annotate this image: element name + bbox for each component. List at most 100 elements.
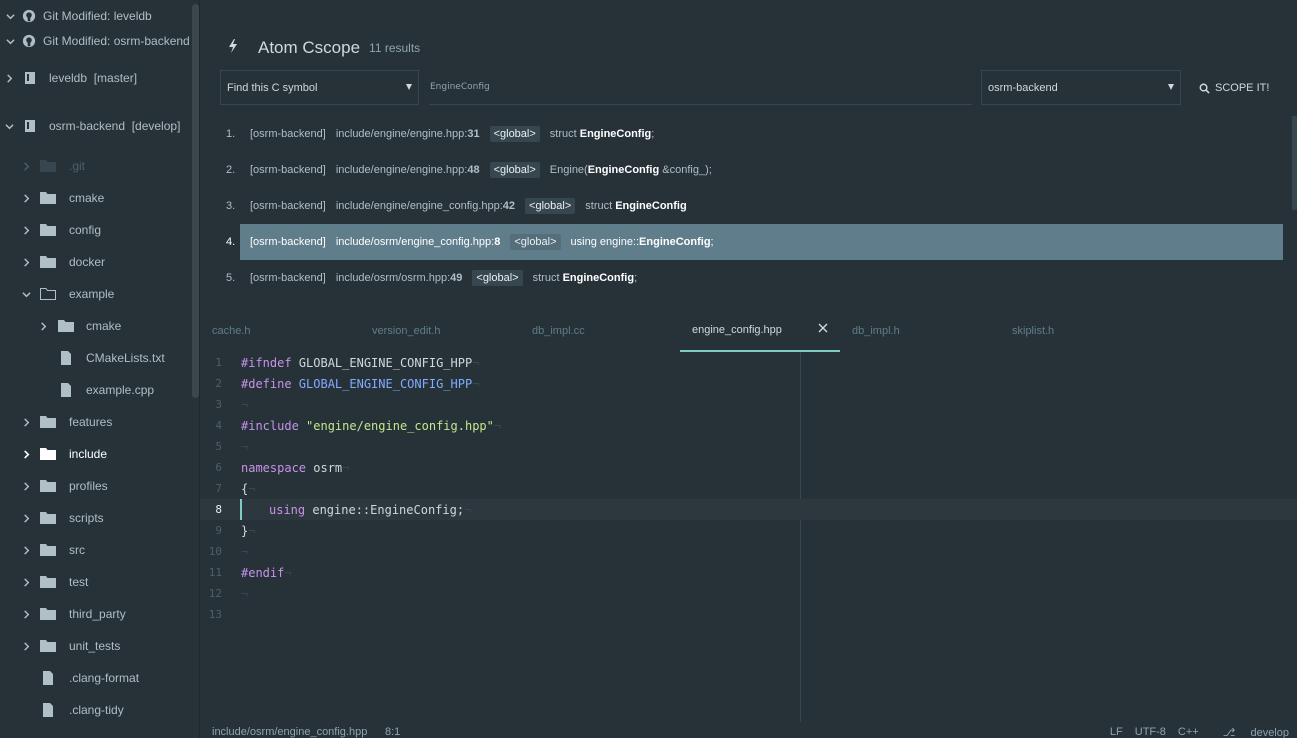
eol-marker: ¬ bbox=[472, 376, 480, 391]
tree-item-example-cpp[interactable]: example.cpp bbox=[0, 374, 192, 406]
folder-icon bbox=[40, 543, 56, 557]
line-number: 6 bbox=[215, 461, 222, 474]
tree-item-features[interactable]: features bbox=[0, 406, 192, 438]
chevron-right-icon bbox=[20, 576, 32, 588]
code-line: 5 ¬ bbox=[200, 436, 1297, 457]
chevron-right-icon bbox=[20, 448, 32, 460]
tree-item-label: example bbox=[69, 287, 115, 301]
code-line: 7 {¬ bbox=[200, 478, 1297, 499]
tab-skiplist-h[interactable]: skiplist.h bbox=[1000, 310, 1160, 352]
result-item[interactable]: 3. [osrm-backend] include/engine/engine_… bbox=[226, 188, 1283, 224]
result-project: [osrm-backend] bbox=[250, 164, 326, 176]
chevron-right-icon bbox=[20, 608, 32, 620]
tree-item-clang-format[interactable]: .clang-format bbox=[0, 662, 192, 694]
tree-item-profiles[interactable]: profiles bbox=[0, 470, 192, 502]
tree-item-docker[interactable]: docker bbox=[0, 246, 192, 278]
code-keyword: #define bbox=[241, 376, 292, 391]
line-number: 5 bbox=[215, 440, 222, 453]
code-keyword: #include bbox=[241, 418, 299, 433]
tree-item-example[interactable]: example bbox=[0, 278, 192, 310]
result-item[interactable]: 2. [osrm-backend] include/engine/engine.… bbox=[226, 152, 1283, 188]
mode-select-value: Find this C symbol bbox=[227, 81, 318, 94]
eol-marker: ¬ bbox=[284, 565, 292, 580]
code-line: 6 namespace osrm¬ bbox=[200, 457, 1297, 478]
result-code-post: &config_); bbox=[659, 164, 712, 176]
scope-it-button[interactable]: SCOPE IT! bbox=[1199, 78, 1269, 98]
status-grammar[interactable]: C++ bbox=[1178, 726, 1199, 738]
project-select[interactable]: osrm-backend bbox=[981, 70, 1181, 105]
status-cursor-position[interactable]: 8:1 bbox=[385, 726, 400, 738]
project-label: osrm-backend bbox=[49, 119, 126, 133]
result-item[interactable]: 5. [osrm-backend] include/osrm/osrm.hpp:… bbox=[226, 260, 1283, 296]
status-encoding[interactable]: UTF-8 bbox=[1135, 726, 1166, 738]
close-icon[interactable] bbox=[818, 323, 832, 337]
result-project: [osrm-backend] bbox=[250, 236, 326, 248]
chevron-right-icon bbox=[20, 256, 32, 268]
tree-item-config[interactable]: config bbox=[0, 214, 192, 246]
folder-icon bbox=[40, 415, 56, 429]
result-file: include/engine/engine.hpp: bbox=[335, 128, 468, 140]
result-code-post: ; bbox=[634, 272, 638, 284]
search-icon bbox=[1199, 83, 1210, 94]
tab-label: engine_config.hpp bbox=[692, 324, 782, 336]
folder-icon bbox=[40, 607, 56, 621]
text-editor[interactable]: 1 #ifndef GLOBAL_ENGINE_CONFIG_HPP¬ 2 #d… bbox=[200, 352, 1297, 722]
file-icon bbox=[42, 703, 58, 717]
sidebar-scrollbar[interactable] bbox=[192, 4, 199, 398]
status-line-ending[interactable]: LF bbox=[1110, 726, 1123, 738]
project-branch: [develop] bbox=[131, 119, 181, 133]
line-number: 2 bbox=[215, 377, 222, 390]
folder-icon bbox=[58, 319, 74, 333]
result-item[interactable]: 1. [osrm-backend] include/engine/engine.… bbox=[226, 116, 1283, 152]
tree-item-unit-tests[interactable]: unit_tests bbox=[0, 630, 192, 662]
tree-item-clang-tidy[interactable]: .clang-tidy bbox=[0, 694, 192, 726]
tree-item-git[interactable]: .git bbox=[0, 150, 192, 182]
results-scrollbar[interactable] bbox=[1292, 116, 1297, 210]
eol-marker: ¬ bbox=[472, 355, 480, 370]
tree-item-third-party[interactable]: third_party bbox=[0, 598, 192, 630]
result-item-selected[interactable]: 4. [osrm-backend] include/osrm/engine_co… bbox=[226, 224, 1283, 260]
code-keyword: using bbox=[269, 502, 306, 517]
result-scope: <global> bbox=[489, 126, 540, 142]
tree-item-cmake[interactable]: cmake bbox=[0, 182, 192, 214]
project-leveldb[interactable]: leveldb [master] bbox=[0, 62, 192, 94]
line-number: 10 bbox=[208, 545, 222, 558]
status-git-branch[interactable]: ⎇ develop bbox=[1211, 726, 1289, 738]
tree-item-label: example.cpp bbox=[86, 383, 155, 397]
tab-version-edit-h[interactable]: version_edit.h bbox=[360, 310, 520, 352]
result-symbol: EngineConfig bbox=[587, 164, 660, 176]
tab-cache-h[interactable]: cache.h bbox=[200, 310, 360, 352]
tab-db-impl-cc[interactable]: db_impl.cc bbox=[520, 310, 680, 352]
tree-item-test[interactable]: test bbox=[0, 566, 192, 598]
tab-engine-config-hpp[interactable]: engine_config.hpp bbox=[680, 310, 840, 352]
mode-select[interactable]: Find this C symbol bbox=[220, 70, 419, 105]
result-code-post: ; bbox=[710, 236, 714, 248]
tab-db-impl-h[interactable]: db_impl.h bbox=[840, 310, 1000, 352]
result-count: 11 results bbox=[369, 41, 421, 55]
tree-item-label: unit_tests bbox=[69, 639, 121, 653]
project-osrm-backend[interactable]: osrm-backend [develop] bbox=[0, 110, 192, 142]
line-number: 4 bbox=[215, 419, 222, 432]
git-modified-osrm-backend[interactable]: Git Modified: osrm-backend bbox=[0, 25, 192, 57]
line-number: 1 bbox=[215, 356, 222, 369]
tree-item-label: scripts bbox=[69, 511, 104, 525]
tree-item-label: third_party bbox=[69, 607, 126, 621]
eol-marker: ¬ bbox=[248, 523, 256, 538]
tab-label: skiplist.h bbox=[1012, 325, 1055, 337]
tree-item-example-cmake[interactable]: cmake bbox=[0, 310, 192, 342]
code-line: 12 ¬ bbox=[200, 583, 1297, 604]
tree-item-include[interactable]: include bbox=[0, 438, 192, 470]
tree-item-label: test bbox=[69, 575, 89, 589]
tree-item-scripts[interactable]: scripts bbox=[0, 502, 192, 534]
folder-icon bbox=[40, 479, 56, 493]
tree-item-label: profiles bbox=[69, 479, 108, 493]
chevron-down-icon bbox=[3, 120, 15, 132]
result-scope: <global> bbox=[525, 198, 576, 214]
git-row-label: Git Modified: osrm-backend bbox=[43, 34, 190, 48]
status-file-path[interactable]: include/osrm/engine_config.hpp bbox=[212, 726, 367, 738]
result-code-pre: Engine( bbox=[549, 164, 588, 176]
tree-item-src[interactable]: src bbox=[0, 534, 192, 566]
tree-item-cmakelists[interactable]: CMakeLists.txt bbox=[0, 342, 192, 374]
tab-label: version_edit.h bbox=[372, 325, 441, 337]
search-input[interactable] bbox=[429, 70, 972, 105]
